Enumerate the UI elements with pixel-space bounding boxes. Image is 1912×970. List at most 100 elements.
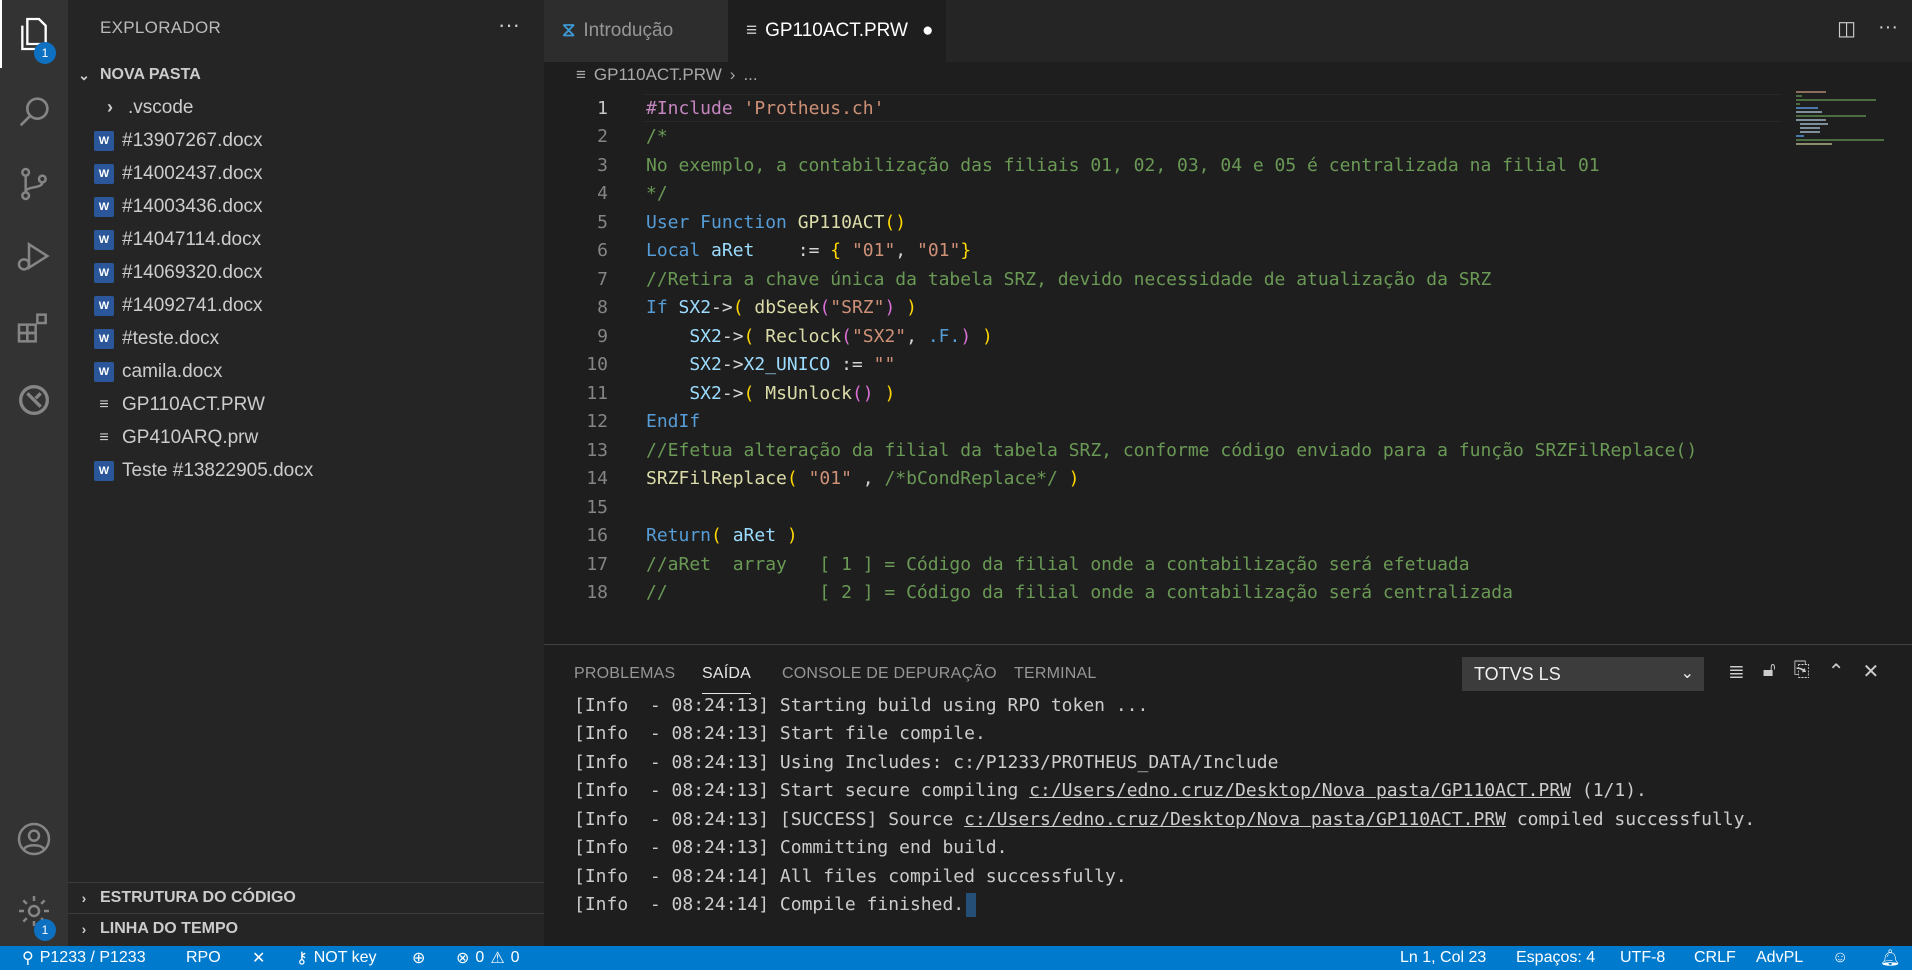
tree-item-file[interactable]: W camila.docx [68,355,544,388]
word-file-icon: W [94,460,114,481]
server-status[interactable]: ⚲ P1233 / P1233 [22,946,146,970]
line-number: 7 [597,268,608,290]
notifications-bell-icon[interactable]: 🔔︎ [1880,946,1900,970]
tree-item-file[interactable]: W #14002437.docx [68,157,544,190]
explorer-title: EXPLORADOR [100,18,222,37]
tree-item-label: Teste #13822905.docx [122,459,314,481]
text-file-icon: ≡ [576,65,586,84]
totvs-icon[interactable] [0,366,68,434]
word-file-icon: W [94,262,114,283]
more-actions-icon[interactable]: ··· [498,12,520,38]
code-token: ) [971,325,993,347]
search-icon[interactable] [0,78,68,146]
line-number: 18 [586,582,608,604]
output-file-link[interactable]: c:/Users/edno.cruz/Desktop/Nova pasta/GP… [1029,780,1571,801]
breadcrumb-file[interactable]: GP110ACT.PRW [594,65,722,85]
maximize-panel-icon[interactable]: ⌃ [1828,659,1845,684]
unsaved-dot-icon[interactable]: ● [922,20,933,42]
breadcrumb-symbol[interactable]: ... [743,65,757,85]
rpo-status[interactable]: RPO [186,946,221,970]
tab-output[interactable]: SAÍDA [702,665,752,694]
output-line: [Info - 08:24:13] Start secure compiling… [574,777,1647,806]
editor-tab-bar: ⧖ Introdução ≡ GP110ACT.PRW ● ◫ ··· [544,0,1912,62]
code-line: 16 Return( aRet ) [544,522,1784,551]
tree-item-vscode[interactable]: › .vscode [68,91,544,124]
close-icon[interactable]: ✕ [252,946,265,970]
settings-gear-icon[interactable]: 1 [0,877,68,945]
encoding[interactable]: UTF-8 [1620,946,1665,970]
close-panel-icon[interactable]: ✕ [1863,659,1880,684]
tab-label: GP110ACT.PRW [765,20,908,41]
code-line: 7 //Retira a chave única da tabela SRZ, … [544,265,1784,294]
tree-item-file[interactable]: W #14003436.docx [68,190,544,223]
problems-status[interactable]: ⊗ 0 ⚠ 0 [456,946,520,970]
timeline-section[interactable]: › LINHA DO TEMPO [68,914,544,944]
settings-badge: 1 [34,919,56,941]
code-line: 18 // [ 2 ] = Código da filial onde a co… [544,579,1784,608]
language-mode[interactable]: AdvPL [1756,946,1803,970]
code-token: aRet [711,240,755,262]
code-token: -> [721,325,744,347]
tree-item-file[interactable]: W #14069320.docx [68,256,544,289]
indentation[interactable]: Espaços: 4 [1516,946,1595,970]
code-token: , [906,325,928,347]
minimap[interactable] [1794,90,1894,150]
tree-item-file[interactable]: ≡ GP410ARQ.prw [68,421,544,454]
code-token: //Efetua alteração da filial da tabela S… [646,439,1698,461]
code-line: 14 SRZFilReplace( "01" , /*bCondReplace*… [544,465,1784,494]
clear-output-icon[interactable]: ≣ [1728,659,1745,684]
key-status[interactable]: ⚷ NOT key [296,946,377,970]
outline-section[interactable]: › ESTRUTURA DO CÓDIGO [68,883,544,913]
word-file-icon: W [94,295,114,316]
code-editor[interactable]: 1 #Include 'Protheus.ch' 2 /* 3 No exemp… [544,88,1912,644]
tree-item-file[interactable]: W #teste.docx [68,322,544,355]
tree-item-file[interactable]: W #13907267.docx [68,124,544,157]
run-debug-icon[interactable] [0,222,68,290]
tree-item-file[interactable]: ≡ GP110ACT.PRW [68,388,544,421]
code-token: SRZFilReplace [646,468,787,490]
lock-icon[interactable]: 🔓︎ [1763,659,1776,684]
tree-item-file[interactable]: W #14092741.docx [68,289,544,322]
code-token: ( [841,325,852,347]
code-token: SX2 [646,354,722,376]
code-token: ( [732,297,755,319]
output-text: [Info - 08:24:14] Compile finished. [574,894,965,916]
more-actions-icon[interactable]: ··· [1878,16,1898,41]
tab-debug-console[interactable]: CONSOLE DE DEPURAÇÃO [782,665,997,683]
code-token: ( [711,525,733,547]
code-line: 5 User Function GP110ACT() [544,208,1784,237]
output-line: [Info - 08:24:14] Compile finished. [574,891,977,920]
code-line: 15 [544,493,1784,522]
code-line: 3 No exemplo, a contabilização das filia… [544,151,1784,180]
globe-icon[interactable]: ⊕ [412,946,425,970]
account-icon[interactable] [0,805,68,873]
line-ending[interactable]: CRLF [1694,946,1736,970]
tree-item-label: camila.docx [122,360,223,382]
tree-item-file[interactable]: W #14047114.docx [68,223,544,256]
code-token: // [ 2 ] = Código da filial onde a conta… [646,582,1513,604]
line-number: 17 [586,553,608,575]
code-token: := [754,240,831,262]
folder-header[interactable]: ⌄ NOVA PASTA [68,60,544,90]
open-in-editor-icon[interactable]: ⎘ [1794,659,1810,684]
output-file-link[interactable]: c:/Users/edno.cruz/Desktop/Nova pasta/GP… [964,809,1506,830]
error-count: 0 [475,949,485,966]
tree-item-file[interactable]: W Teste #13822905.docx [68,454,544,487]
split-editor-icon[interactable]: ◫ [1837,16,1856,41]
output-channel-select[interactable]: TOTVS LS ⌄ [1462,657,1704,691]
explorer-icon[interactable]: 1 [0,0,68,68]
cursor-position[interactable]: Ln 1, Col 23 [1400,946,1486,970]
explorer-badge: 1 [34,42,56,64]
tab-terminal[interactable]: TERMINAL [1014,665,1097,683]
extensions-icon[interactable] [0,294,68,362]
tab-gp110act[interactable]: ≡ GP110ACT.PRW ● [728,0,946,62]
tab-introducao[interactable]: ⧖ Introdução [544,0,728,62]
line-number: 3 [597,154,608,176]
code-token: SX2 [646,325,722,347]
tab-problems[interactable]: PROBLEMAS [574,665,675,683]
code-token: := [830,354,874,376]
feedback-icon[interactable]: ☺ [1832,946,1848,970]
code-token: X2_UNICO [743,354,831,376]
source-control-icon[interactable] [0,150,68,218]
text-file-icon: ≡ [99,428,109,446]
